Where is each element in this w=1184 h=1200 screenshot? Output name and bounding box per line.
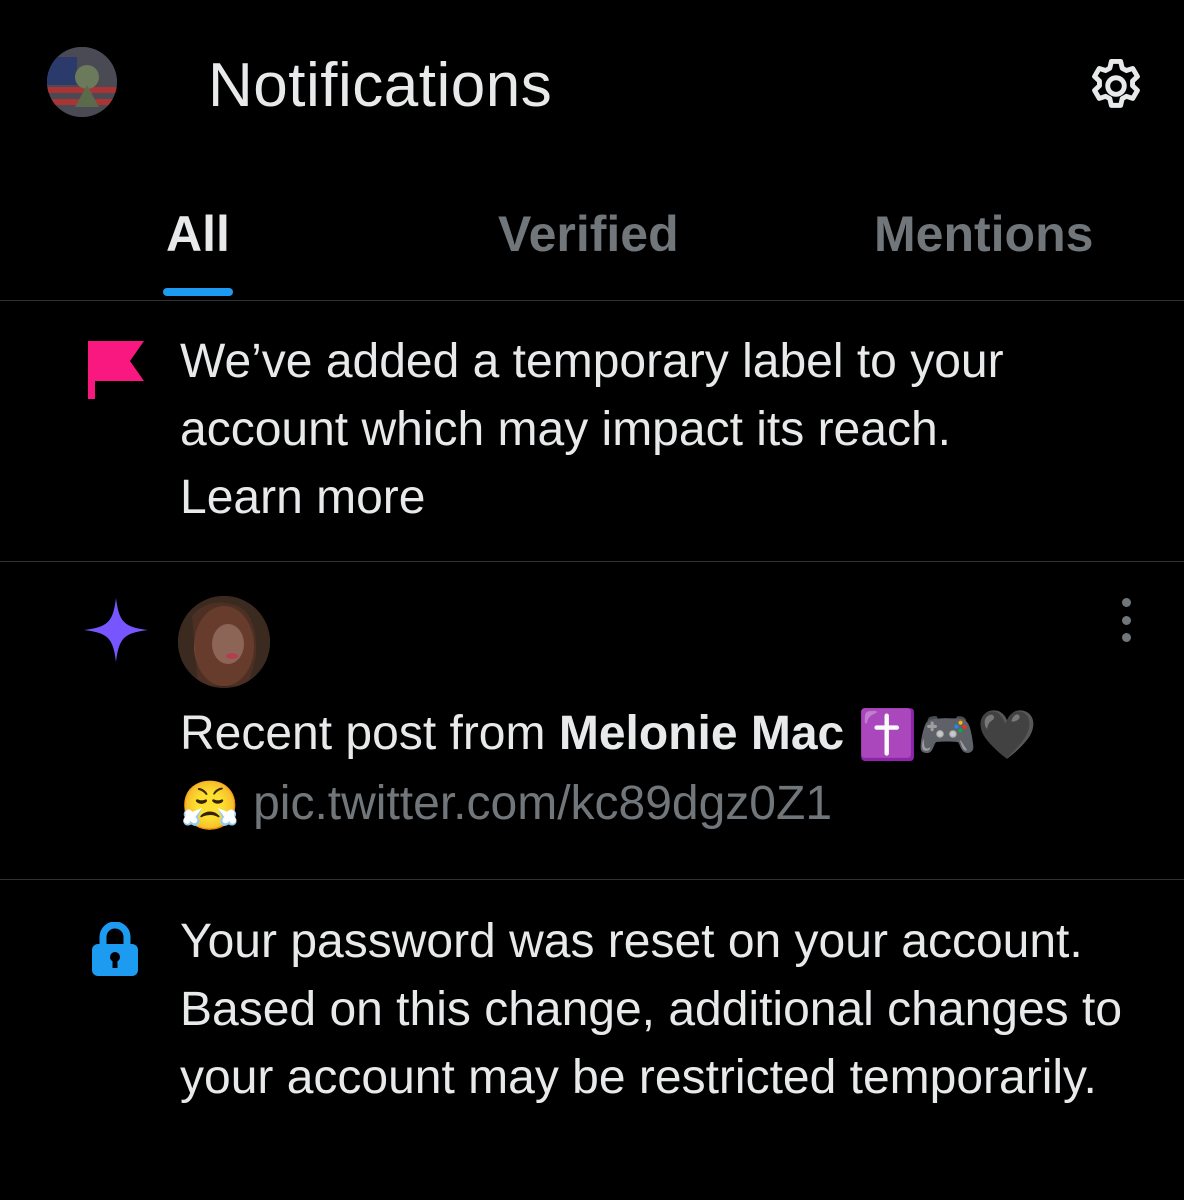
notification-tabs: All Verified Mentions <box>0 170 1184 301</box>
avatar-image <box>47 47 117 117</box>
tab-all[interactable]: All <box>166 200 230 268</box>
notification-item-security[interactable]: Your password was reset on your account.… <box>0 880 1184 1200</box>
learn-more-link[interactable]: Learn more <box>180 464 1140 532</box>
dot <box>1121 633 1131 642</box>
label-warning-message: We’ve added a temporary label to your ac… <box>180 335 1004 456</box>
notification-item-recent-post[interactable]: Recent post from Melonie Mac ✝️🎮🖤 😤 pic.… <box>0 562 1184 880</box>
post-media-link[interactable]: pic.twitter.com/kc89dgz0Z1 <box>253 777 832 830</box>
sparkle-icon <box>82 596 150 669</box>
author-avatar[interactable] <box>178 596 270 688</box>
dot <box>1121 598 1131 607</box>
recent-post-prefix: Recent post from <box>180 707 559 760</box>
security-message: Your password was reset on your account.… <box>180 915 1123 1104</box>
post-emoji: 😤 <box>180 779 240 833</box>
avatar-image <box>178 596 270 688</box>
page-title: Notifications <box>208 51 553 120</box>
gear-icon <box>1092 59 1140 108</box>
settings-button[interactable] <box>1080 50 1152 122</box>
notification-item-label-warning[interactable]: We’ve added a temporary label to your ac… <box>0 301 1184 562</box>
more-options-button[interactable] <box>1108 598 1144 642</box>
notification-text: Recent post from Melonie Mac ✝️🎮🖤 😤 pic.… <box>180 700 1140 841</box>
author-emojis: ✝️🎮🖤 <box>857 709 1037 763</box>
lock-icon <box>90 921 140 983</box>
active-tab-indicator <box>163 288 233 296</box>
dot <box>1121 615 1131 625</box>
author-name[interactable]: Melonie Mac <box>559 707 844 760</box>
tab-verified[interactable]: Verified <box>498 200 679 268</box>
tab-mentions[interactable]: Mentions <box>874 200 1093 268</box>
top-app-bar: Notifications <box>0 0 1184 170</box>
notification-text: We’ve added a temporary label to your ac… <box>180 328 1140 532</box>
profile-avatar[interactable] <box>47 47 117 117</box>
flag-icon <box>82 339 152 406</box>
